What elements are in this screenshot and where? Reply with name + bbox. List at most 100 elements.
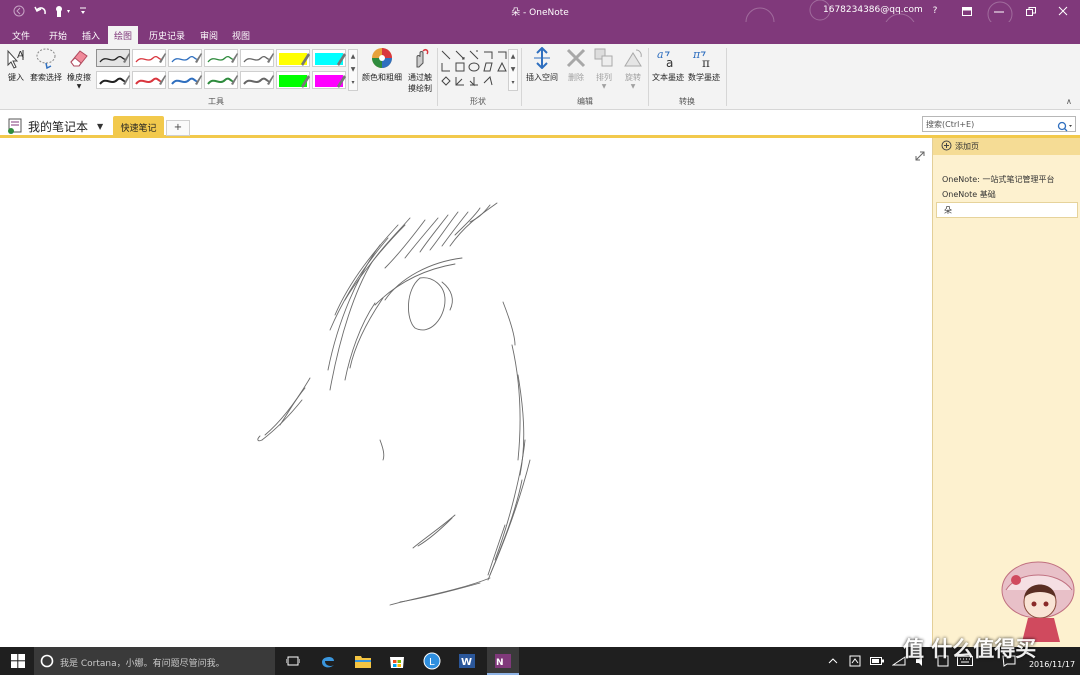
pen-swatch[interactable] [168, 49, 202, 67]
ink-sketch [257, 202, 531, 606]
tab-view[interactable]: 视图 [226, 26, 256, 44]
ribbon-separator [726, 48, 727, 106]
page-item[interactable]: OneNote: 一站式笔记管理平台 [942, 174, 1054, 185]
tab-file[interactable]: 文件 [6, 26, 36, 44]
type-button[interactable]: A 键入 [4, 46, 28, 83]
page-item[interactable]: OneNote 基础 [942, 189, 996, 200]
rotate-label: 旋转 [625, 73, 641, 82]
touch-draw-label: 通过触摸绘制 [408, 73, 432, 93]
word-icon[interactable]: W [457, 651, 477, 671]
store-icon[interactable] [387, 651, 407, 671]
ribbon-separator [648, 48, 649, 106]
ribbon-separator [521, 48, 522, 106]
delete-button[interactable]: 删除 [564, 46, 588, 83]
add-page-button[interactable]: 添加页 [933, 138, 1080, 155]
touch-draw-icon [408, 46, 432, 70]
ink-to-math-icon: ππ [692, 46, 716, 70]
color-thickness-button[interactable]: 颜色和粗细 [362, 46, 402, 83]
tab-review[interactable]: 审阅 [194, 26, 224, 44]
shapes-gallery [440, 49, 510, 91]
onenote-taskbar-button[interactable]: N [487, 647, 519, 675]
ribbon-display-options-icon[interactable] [956, 3, 978, 19]
edge-browser-icon[interactable] [318, 651, 338, 671]
note-canvas[interactable] [0, 141, 932, 647]
insert-space-icon [530, 46, 554, 70]
add-section-button[interactable]: + [166, 120, 190, 136]
ribbon-tabs: 文件 开始 插入 绘图 历史记录 审阅 视图 [0, 22, 1080, 44]
pen-swatch[interactable] [132, 49, 166, 67]
onenote-window: 朵 - OneNote 1678234386@qq.com ? 文件 开始 插入… [0, 0, 1080, 675]
section-tab-quick-notes[interactable]: 快速笔记 [113, 116, 164, 138]
color-wheel-icon [370, 46, 394, 70]
search-icon[interactable] [1057, 118, 1073, 137]
page-item-selected[interactable]: 朵 [936, 202, 1078, 218]
add-page-icon [941, 140, 952, 153]
svg-text:a: a [666, 56, 673, 69]
search-input[interactable]: 搜索(Ctrl+E) [922, 116, 1076, 132]
task-view-icon[interactable] [283, 651, 303, 671]
restore-icon[interactable] [1020, 3, 1042, 19]
eraser-icon [67, 46, 91, 70]
svg-text:W: W [461, 657, 472, 668]
ribbon-separator [437, 48, 438, 106]
pen-gallery-scroll[interactable]: ▲ ▼ ▾ [348, 49, 358, 91]
arrange-dropdown-icon[interactable]: ▼ [602, 83, 607, 90]
insert-space-label: 插入空间 [526, 73, 558, 82]
show-hidden-icons-icon[interactable] [823, 651, 843, 671]
svg-text:L: L [429, 657, 435, 668]
highlighter-swatch[interactable] [312, 49, 346, 67]
pen-swatch[interactable] [204, 49, 238, 67]
pen-swatch[interactable] [168, 71, 202, 89]
arrange-button[interactable]: 排列 ▼ [592, 46, 616, 90]
cortana-search-box[interactable]: 我是 Cortana，小娜。有问题尽管问我。 [34, 647, 275, 675]
tray-app-icon[interactable] [845, 651, 865, 671]
group-label-shapes: 形状 [470, 97, 486, 106]
highlighter-swatch[interactable] [276, 49, 310, 67]
ink-to-math-button[interactable]: ππ 数学墨迹 [688, 46, 720, 83]
pen-swatch[interactable] [96, 49, 130, 67]
account-name[interactable]: 1678234386@qq.com [823, 5, 923, 15]
pen-swatch[interactable] [132, 71, 166, 89]
collapse-ribbon-icon[interactable]: ∧ [1066, 97, 1072, 106]
ink-to-text-icon: aa [656, 46, 680, 70]
touch-draw-button[interactable]: 通过触摸绘制 [404, 46, 436, 94]
lasso-icon [34, 46, 58, 70]
eraser-label: 橡皮擦 [67, 73, 91, 82]
eraser-button[interactable]: 橡皮擦 ▼ [67, 46, 91, 90]
pen-swatch[interactable] [96, 71, 130, 89]
shapes-gallery-scroll[interactable]: ▲ ▼ ▾ [508, 49, 518, 91]
group-label-edit: 编辑 [577, 97, 593, 106]
tab-history[interactable]: 历史记录 [143, 26, 191, 44]
insert-space-button[interactable]: 插入空间 [526, 46, 558, 83]
highlighter-swatch[interactable] [312, 71, 346, 89]
color-thickness-label: 颜色和粗细 [362, 73, 402, 82]
type-cursor-icon: A [4, 46, 28, 70]
pages-pane: 添加页 OneNote: 一站式笔记管理平台 OneNote 基础 朵 [932, 138, 1080, 647]
highlighter-swatch[interactable] [276, 71, 310, 89]
battery-icon[interactable] [867, 651, 887, 671]
svg-text:a: a [657, 48, 664, 61]
help-button[interactable]: ? [924, 3, 946, 19]
eraser-dropdown-icon[interactable]: ▼ [77, 83, 82, 90]
pen-swatch[interactable] [240, 49, 274, 67]
file-explorer-icon[interactable] [353, 651, 373, 671]
rotate-button[interactable]: 旋转 ▼ [621, 46, 645, 90]
tab-insert[interactable]: 插入 [76, 26, 106, 44]
notebook-icon [7, 118, 23, 138]
ink-to-text-button[interactable]: aa 文本墨迹 [652, 46, 684, 83]
tab-draw[interactable]: 绘图 [108, 26, 139, 44]
lasso-select-button[interactable]: 套索选择 [30, 46, 62, 83]
windows-start-icon[interactable] [8, 651, 28, 671]
pen-swatch[interactable] [204, 71, 238, 89]
anime-character-sticker [1001, 561, 1075, 642]
rotate-icon [621, 46, 645, 70]
tab-home[interactable]: 开始 [43, 26, 73, 44]
rotate-dropdown-icon[interactable]: ▼ [631, 83, 636, 90]
minimize-icon[interactable] [988, 3, 1010, 19]
lasso-label: 套索选择 [30, 73, 62, 82]
notebook-name[interactable]: 我的笔记本 [28, 118, 88, 135]
pen-swatch[interactable] [240, 71, 274, 89]
notebook-dropdown-icon[interactable]: ▼ [97, 122, 103, 131]
close-icon[interactable] [1052, 3, 1074, 19]
app-l-icon[interactable]: L [422, 651, 442, 671]
